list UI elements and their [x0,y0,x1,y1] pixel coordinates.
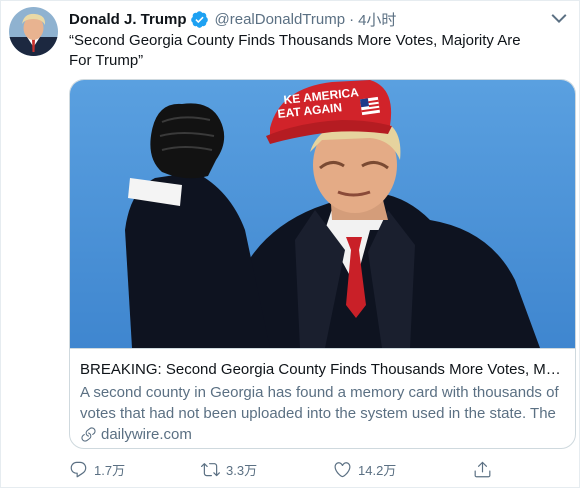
author-handle[interactable]: @realDonaldTrump [215,11,346,28]
reply-button[interactable]: 1.7万 [69,457,125,481]
verified-badge-icon [190,10,208,28]
card-domain[interactable]: dailywire.com [101,426,192,443]
link-card[interactable]: KE AMERICA EAT AGAIN BREAKING: Second Ge… [69,79,576,449]
retweet-button[interactable]: 3.3万 [201,457,257,481]
like-button[interactable]: 14.2万 [333,457,396,481]
share-icon [474,461,491,477]
card-image: KE AMERICA EAT AGAIN [70,80,575,348]
card-description: A second county in Georgia has found a m… [80,384,559,422]
tweet-container: Donald J. Trump @realDonaldTrump · 4小时 “… [0,0,580,488]
reply-count: 1.7万 [94,462,126,478]
share-button[interactable] [473,457,492,481]
like-icon [334,461,351,477]
author-name[interactable]: Donald J. Trump [69,11,187,28]
tweet-text: “Second Georgia County Finds Thousands M… [69,32,521,69]
avatar[interactable] [9,7,58,56]
retweet-count: 3.3万 [226,462,258,478]
timestamp[interactable]: 4小时 [358,9,396,30]
card-body: BREAKING: Second Georgia County Finds Th… [70,348,575,448]
reply-icon [70,461,87,477]
tweet-header: Donald J. Trump @realDonaldTrump · 4小时 [69,9,396,29]
separator-dot: · [349,10,355,28]
card-title: BREAKING: Second Georgia County Finds Th… [80,361,567,378]
retweet-icon [201,462,220,476]
action-bar: 1.7万 3.3万 14.2万 [61,457,580,481]
like-count: 14.2万 [358,462,397,478]
card-domain-row: dailywire.com [80,426,567,443]
more-options-icon[interactable] [547,7,571,31]
link-icon [81,427,96,442]
